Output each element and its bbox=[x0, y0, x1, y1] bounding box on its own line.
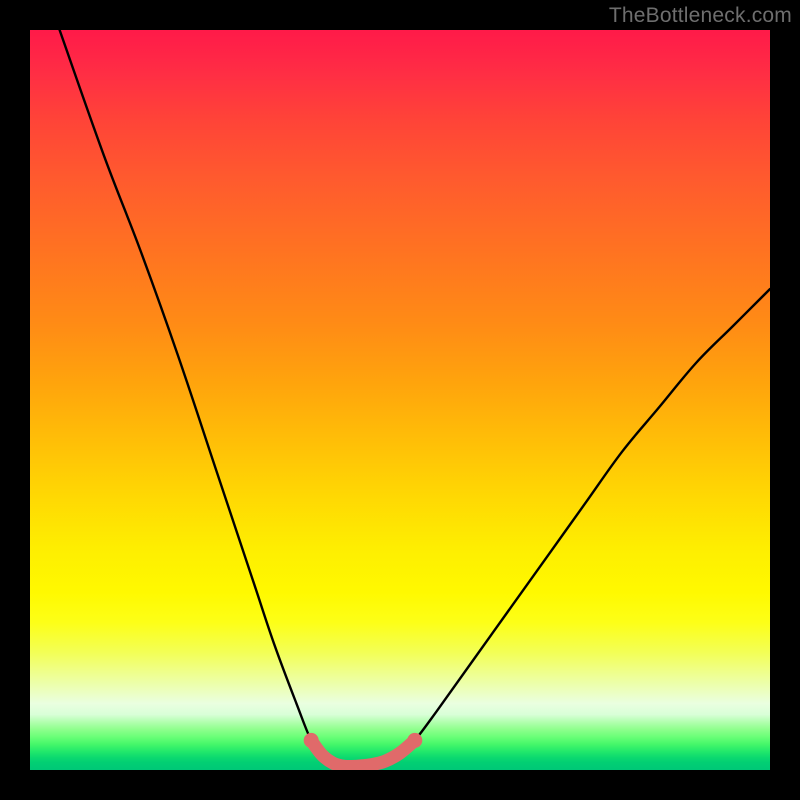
valley-cap bbox=[311, 740, 415, 766]
bottleneck-curve bbox=[60, 30, 770, 767]
bottom-markers-group bbox=[304, 733, 423, 767]
curve-svg bbox=[30, 30, 770, 770]
chart-frame: TheBottleneck.com bbox=[0, 0, 800, 800]
plot-area bbox=[30, 30, 770, 770]
watermark-text: TheBottleneck.com bbox=[609, 4, 792, 28]
valley-dot-right bbox=[407, 733, 422, 748]
valley-dot-left bbox=[304, 733, 319, 748]
